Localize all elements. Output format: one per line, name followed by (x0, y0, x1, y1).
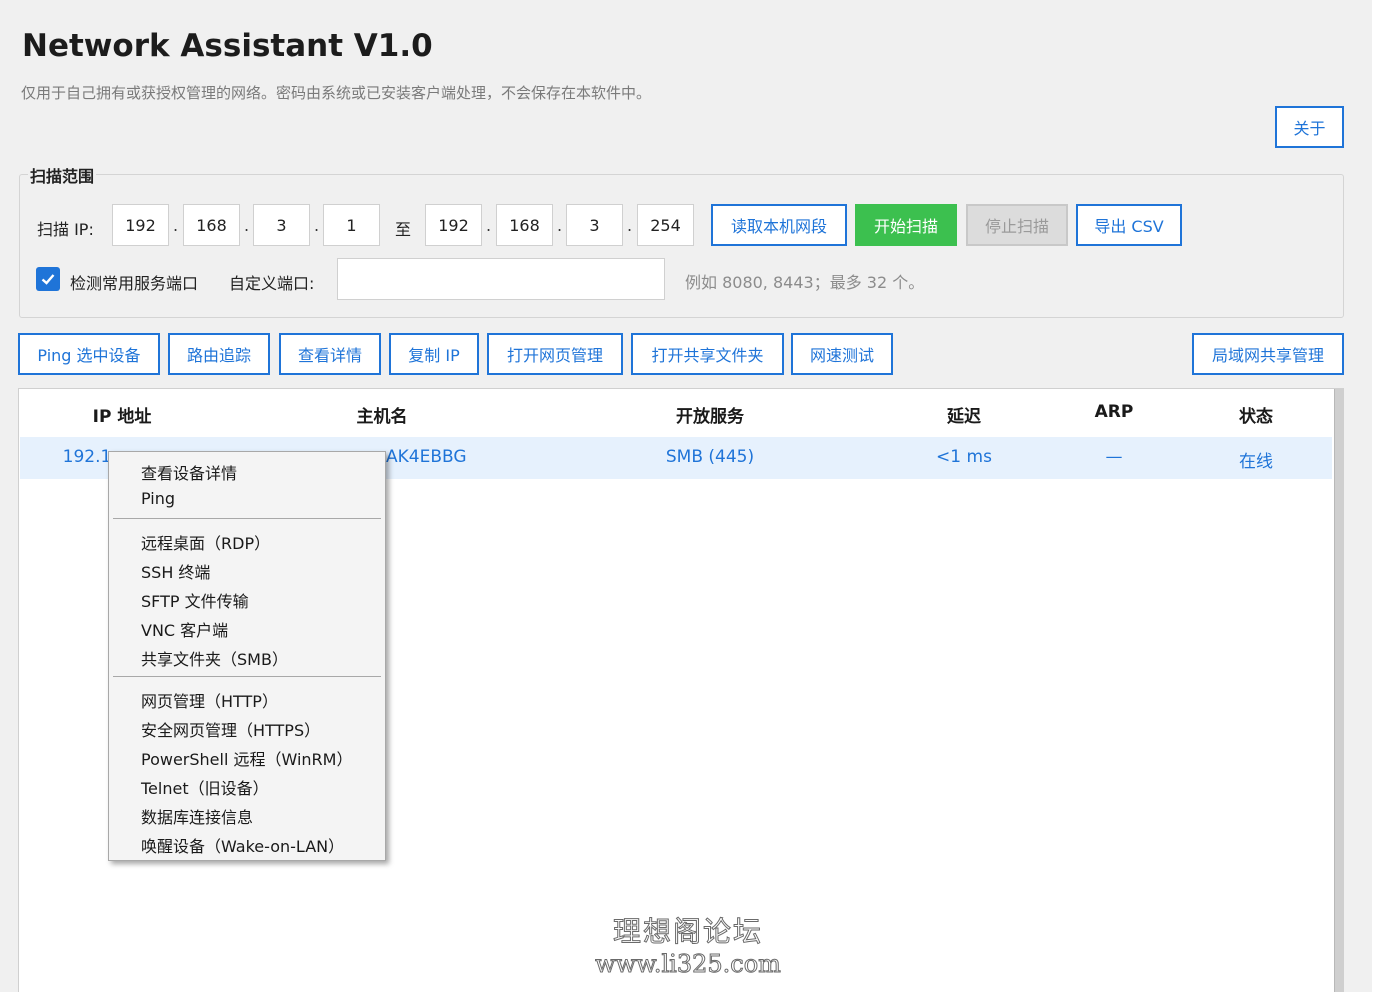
column-header-hostname[interactable]: 主机名 (322, 402, 442, 427)
app-title: Network Assistant V1.0 (22, 28, 433, 64)
export-csv-button[interactable]: 导出 CSV (1076, 204, 1182, 246)
check-icon (41, 274, 55, 285)
menu-item-wake-on-lan[interactable]: 唤醒设备（Wake-on-LAN） (141, 833, 344, 857)
scan-range-group (19, 174, 1344, 318)
start-ip-octet-4[interactable]: 1 (323, 204, 380, 246)
menu-item-ssh[interactable]: SSH 终端 (141, 559, 210, 583)
lan-share-manager-button[interactable]: 局域网共享管理 (1192, 333, 1344, 375)
ip-dot: . (173, 216, 179, 235)
custom-port-input[interactable] (337, 258, 665, 300)
ip-dot: . (314, 216, 320, 235)
menu-item-http[interactable]: 网页管理（HTTP） (141, 688, 278, 712)
menu-item-sftp[interactable]: SFTP 文件传输 (141, 588, 249, 612)
menu-item-database[interactable]: 数据库连接信息 (141, 804, 253, 828)
stop-scan-button: 停止扫描 (966, 204, 1068, 246)
start-ip-octet-1[interactable]: 192 (112, 204, 169, 246)
ip-dot: . (486, 216, 492, 235)
ping-selected-button[interactable]: Ping 选中设备 (18, 333, 160, 375)
scan-ip-label: 扫描 IP: (37, 220, 94, 239)
ip-dot: . (244, 216, 250, 235)
row-status-cell[interactable]: 在线 (1216, 447, 1296, 472)
table-scrollbar[interactable] (1334, 389, 1344, 992)
menu-item-winrm[interactable]: PowerShell 远程（WinRM） (141, 746, 352, 770)
start-ip-octet-3[interactable]: 3 (253, 204, 310, 246)
app-window: Network Assistant V1.0 仅用于自己拥有或获授权管理的网络。… (0, 0, 1376, 992)
watermark-title: 理想阁论坛 (612, 915, 763, 949)
column-header-status[interactable]: 状态 (1216, 402, 1296, 427)
end-ip-octet-2[interactable]: 168 (496, 204, 553, 246)
ip-dot: . (557, 216, 563, 235)
watermark-url: www.li325.com (595, 950, 782, 979)
start-scan-button[interactable]: 开始扫描 (855, 204, 957, 246)
menu-item-device-details[interactable]: 查看设备详情 (141, 460, 237, 484)
open-share-folder-button[interactable]: 打开共享文件夹 (631, 333, 784, 375)
end-ip-octet-4[interactable]: 254 (637, 204, 694, 246)
menu-separator (113, 518, 381, 519)
to-label: 至 (395, 220, 412, 239)
menu-item-vnc[interactable]: VNC 客户端 (141, 617, 228, 641)
speed-test-button[interactable]: 网速测试 (791, 333, 893, 375)
trace-route-button[interactable]: 路由追踪 (168, 333, 270, 375)
check-ports-checkbox[interactable] (36, 267, 60, 291)
open-web-admin-button[interactable]: 打开网页管理 (487, 333, 623, 375)
app-subtitle: 仅用于自己拥有或获授权管理的网络。密码由系统或已安装客户端处理，不会保存在本软件… (21, 84, 652, 102)
menu-item-telnet[interactable]: Telnet（旧设备） (141, 775, 269, 799)
end-ip-octet-3[interactable]: 3 (566, 204, 623, 246)
end-ip-octet-1[interactable]: 192 (425, 204, 482, 246)
column-header-services[interactable]: 开放服务 (650, 402, 770, 427)
menu-item-ping[interactable]: Ping (141, 489, 175, 508)
about-button[interactable]: 关于 (1275, 106, 1344, 148)
column-header-latency[interactable]: 延迟 (924, 402, 1004, 427)
row-latency-cell[interactable]: <1 ms (914, 447, 1014, 467)
ip-dot: . (627, 216, 633, 235)
row-services-cell[interactable]: SMB (445) (640, 447, 780, 467)
menu-item-smb[interactable]: 共享文件夹（SMB） (141, 646, 288, 670)
copy-ip-button[interactable]: 复制 IP (389, 333, 479, 375)
menu-separator (113, 676, 381, 677)
column-header-ip[interactable]: IP 地址 (62, 402, 182, 427)
view-details-button[interactable]: 查看详情 (279, 333, 381, 375)
device-context-menu: 查看设备详情 Ping 远程桌面（RDP） SSH 终端 SFTP 文件传输 V… (108, 451, 386, 861)
row-arp-cell[interactable]: — (1084, 447, 1144, 467)
check-ports-label[interactable]: 检测常用服务端口 (70, 270, 198, 294)
start-ip-octet-2[interactable]: 168 (183, 204, 240, 246)
scan-range-title: 扫描范围 (28, 163, 97, 187)
window-edge (1372, 0, 1376, 992)
menu-item-https[interactable]: 安全网页管理（HTTPS） (141, 717, 320, 741)
menu-item-rdp[interactable]: 远程桌面（RDP） (141, 530, 270, 554)
custom-port-hint: 例如 8080, 8443；最多 32 个。 (685, 273, 925, 292)
read-local-subnet-button[interactable]: 读取本机网段 (711, 204, 847, 246)
custom-port-label: 自定义端口: (229, 274, 315, 293)
column-header-arp[interactable]: ARP (1074, 402, 1154, 422)
row-hostname-cell[interactable]: AK4EBBG (386, 447, 476, 467)
